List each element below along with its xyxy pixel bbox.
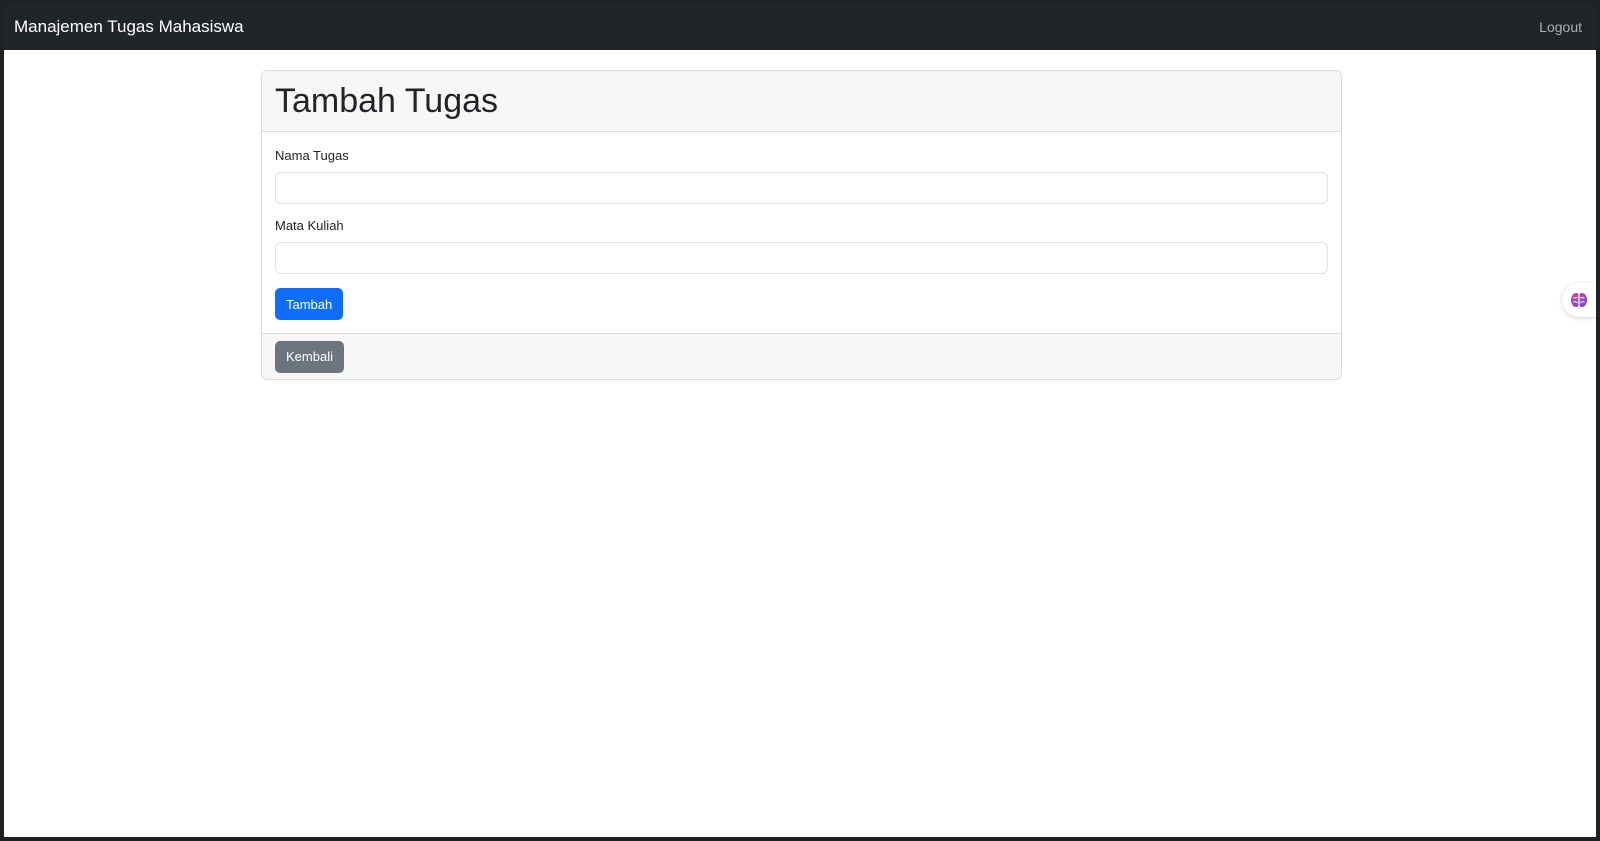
card-body: Nama Tugas Mata Kuliah Tambah bbox=[262, 132, 1341, 333]
card-header: Tambah Tugas bbox=[262, 71, 1341, 132]
kembali-button[interactable]: Kembali bbox=[275, 340, 344, 373]
nama-tugas-input[interactable] bbox=[275, 172, 1328, 204]
tambah-button[interactable]: Tambah bbox=[275, 288, 344, 320]
page-title: Tambah Tugas bbox=[275, 82, 499, 120]
form-group-mata-kuliah: Mata Kuliah bbox=[275, 218, 1328, 274]
form-group-nama-tugas: Nama Tugas bbox=[275, 148, 1328, 204]
nama-tugas-label: Nama Tugas bbox=[275, 148, 349, 163]
mata-kuliah-input[interactable] bbox=[275, 242, 1328, 274]
card-footer: Kembali bbox=[262, 333, 1341, 379]
extension-widget-button[interactable] bbox=[1562, 283, 1596, 317]
add-task-card: Tambah Tugas Nama Tugas Mata Kuliah Tamb… bbox=[261, 70, 1342, 380]
navbar: Manajemen Tugas Mahasiswa Logout bbox=[4, 4, 1596, 50]
add-task-form: Nama Tugas Mata Kuliah Tambah bbox=[275, 148, 1328, 320]
brain-icon bbox=[1571, 293, 1587, 307]
browser-viewport: Manajemen Tugas Mahasiswa Logout Tambah … bbox=[4, 4, 1596, 837]
mata-kuliah-label: Mata Kuliah bbox=[275, 218, 344, 233]
logout-link[interactable]: Logout bbox=[1539, 19, 1582, 35]
navbar-brand[interactable]: Manajemen Tugas Mahasiswa bbox=[14, 17, 244, 37]
